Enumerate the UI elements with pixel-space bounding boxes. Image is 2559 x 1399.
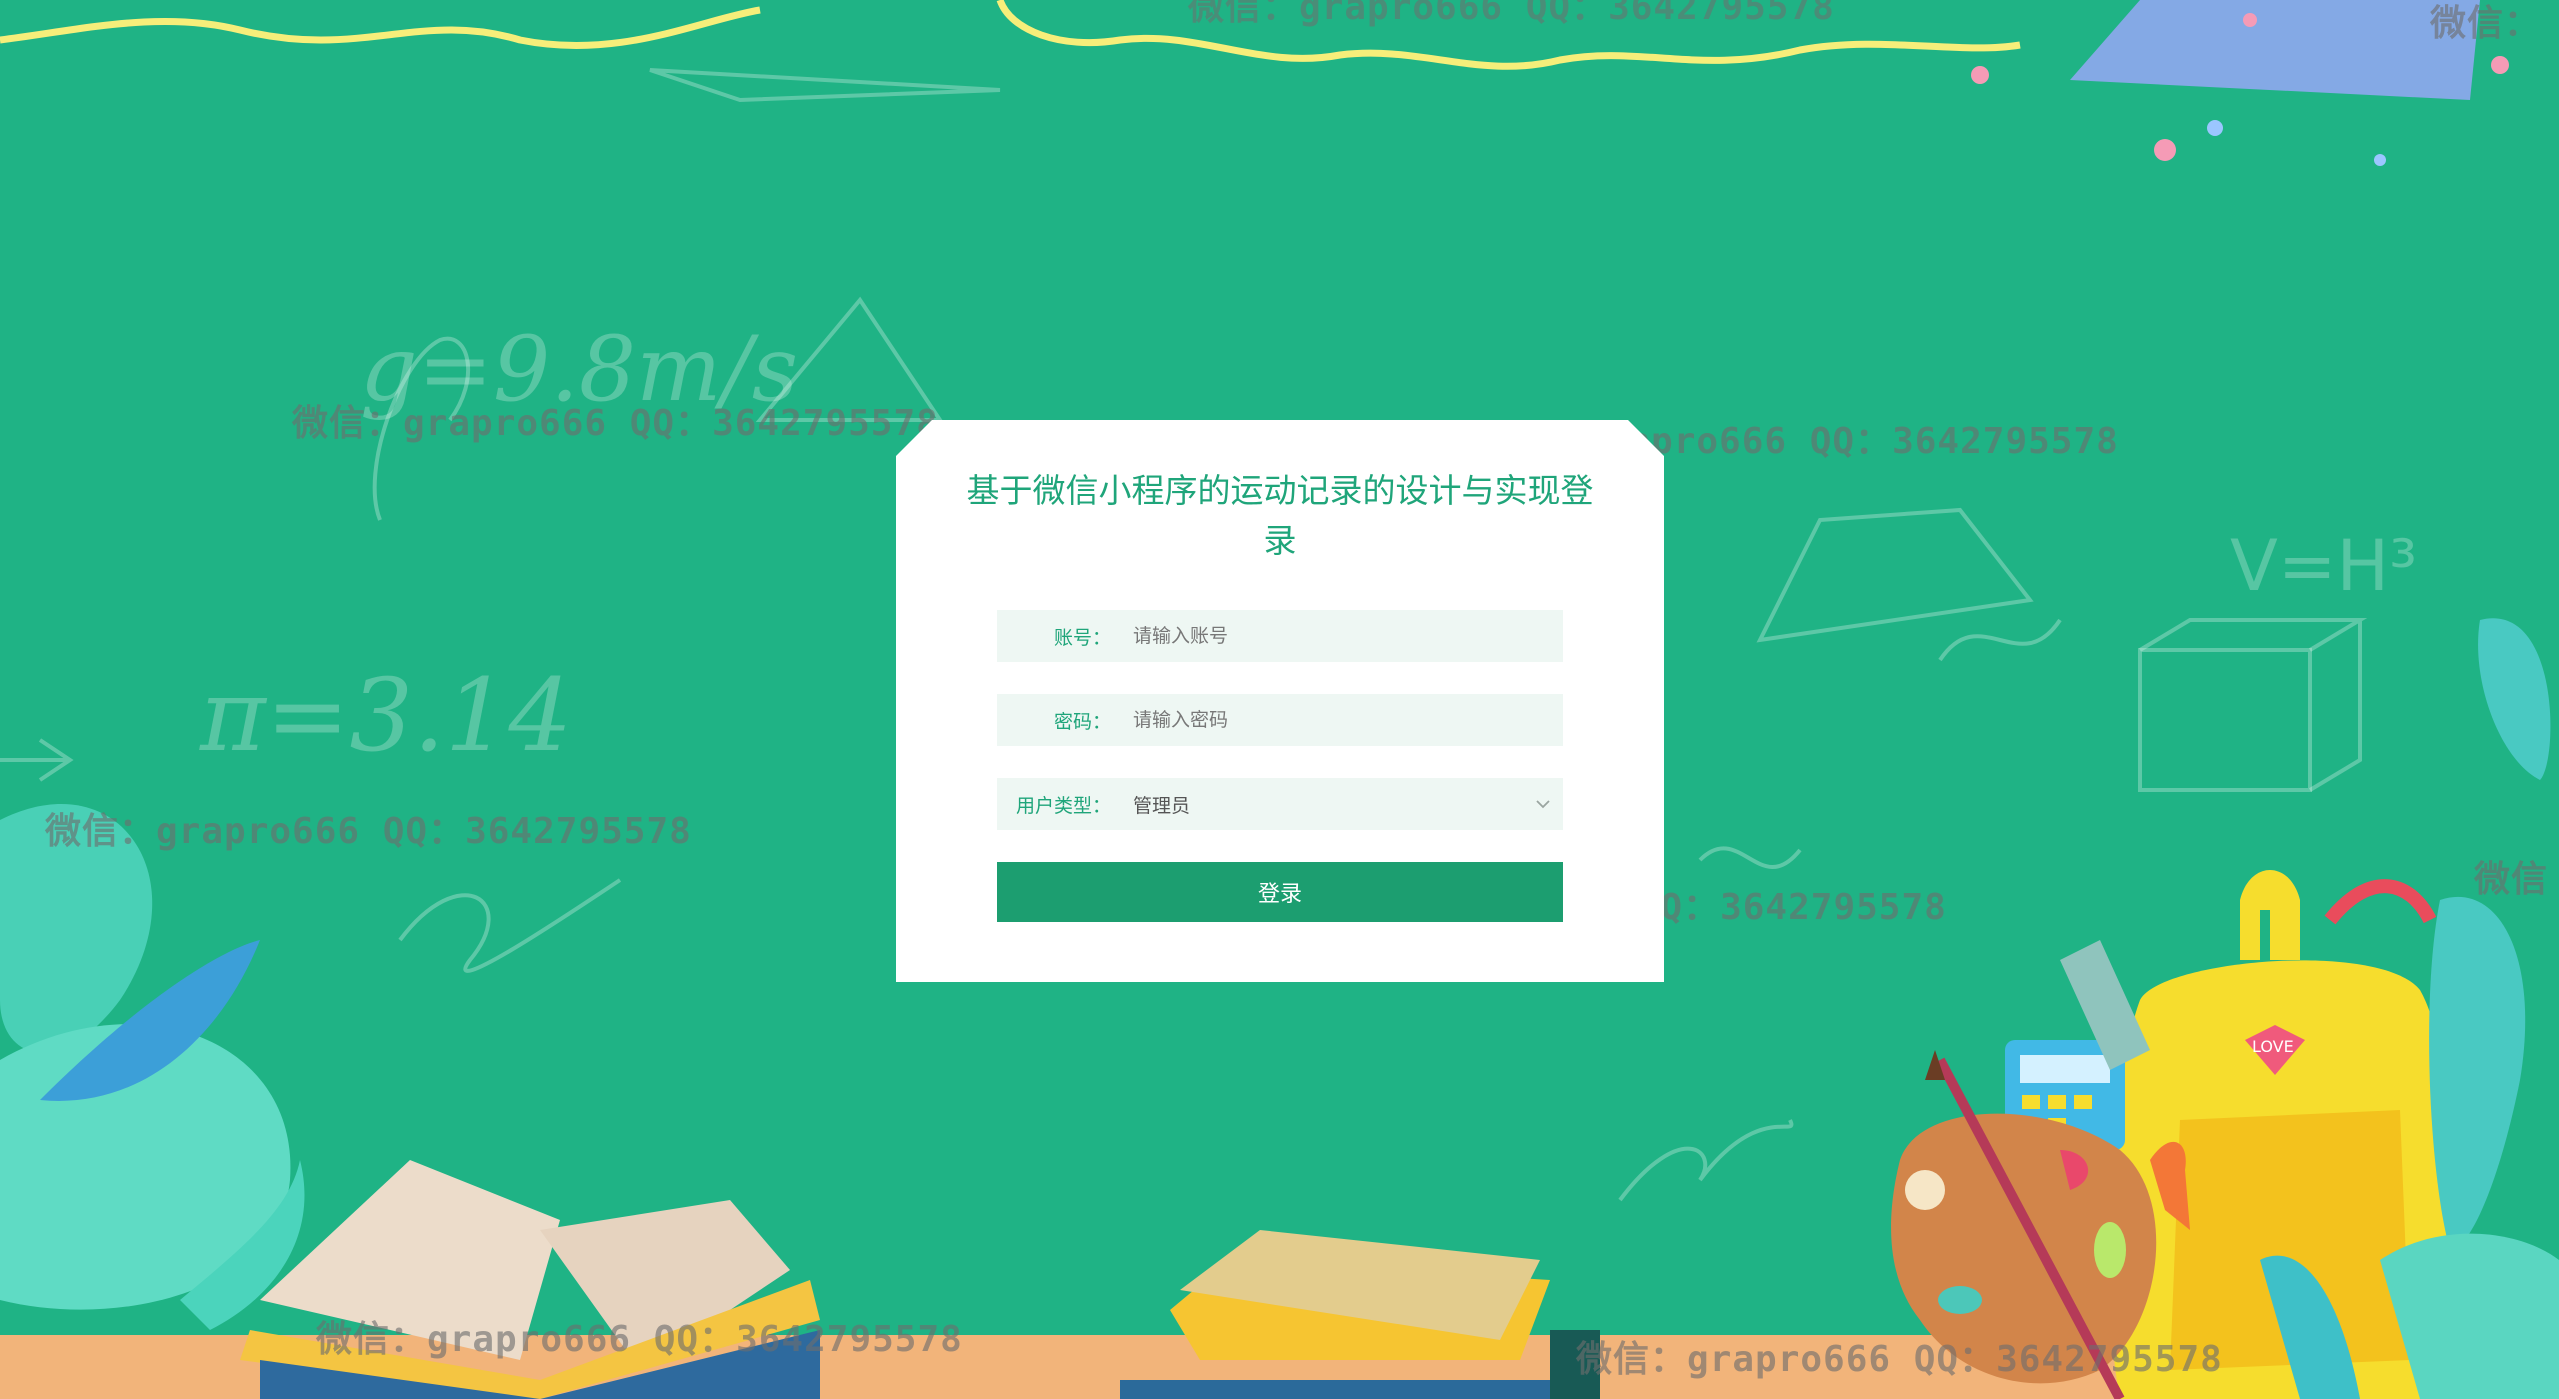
user-type-select[interactable]: 用户类型： 管理员 — [997, 778, 1563, 830]
watermark-text: 微信 — [2474, 859, 2549, 900]
login-card: 基于微信小程序的运动记录的设计与实现登录 账号： 密码： 用户类型： 管理员 登… — [896, 420, 1664, 982]
triangle-ruler-decoration — [2070, 0, 2480, 100]
watermark-text: 微信：grapro666 QQ：3642795578 — [1188, 0, 1835, 28]
svg-text:V=H³: V=H³ — [2230, 525, 2417, 607]
account-row: 账号： — [997, 610, 1563, 662]
svg-text:π=3.14: π=3.14 — [199, 657, 572, 774]
login-button[interactable]: 登录 — [997, 862, 1563, 922]
user-type-label: 用户类型： — [1015, 794, 1111, 817]
password-row: 密码： — [997, 694, 1563, 746]
account-input[interactable] — [1133, 610, 1563, 662]
account-label: 账号： — [1053, 626, 1111, 649]
chalk-line-decoration — [0, 6, 761, 50]
watermark-text: 微信：grapro666 QQ：3642795578 — [1576, 1339, 2223, 1380]
password-input[interactable] — [1133, 694, 1563, 746]
svg-text:LOVE: LOVE — [2252, 1037, 2294, 1056]
user-type-value: 管理员 — [1133, 794, 1191, 817]
watermark-text: 微信：grapro666 QQ：3642795578 — [316, 1319, 963, 1360]
password-label: 密码： — [1053, 710, 1111, 733]
watermark-text: 微信：grapro666 QQ：3642795578 — [292, 403, 939, 444]
chevron-down-icon — [1523, 778, 1563, 830]
watermark-text: 微信：grapro666 QQ：3642795578 — [45, 811, 692, 852]
login-title: 基于微信小程序的运动记录的设计与实现登录 — [966, 471, 1594, 560]
watermark-text: 微信： — [2430, 3, 2542, 44]
leaves-decoration — [0, 804, 305, 1330]
